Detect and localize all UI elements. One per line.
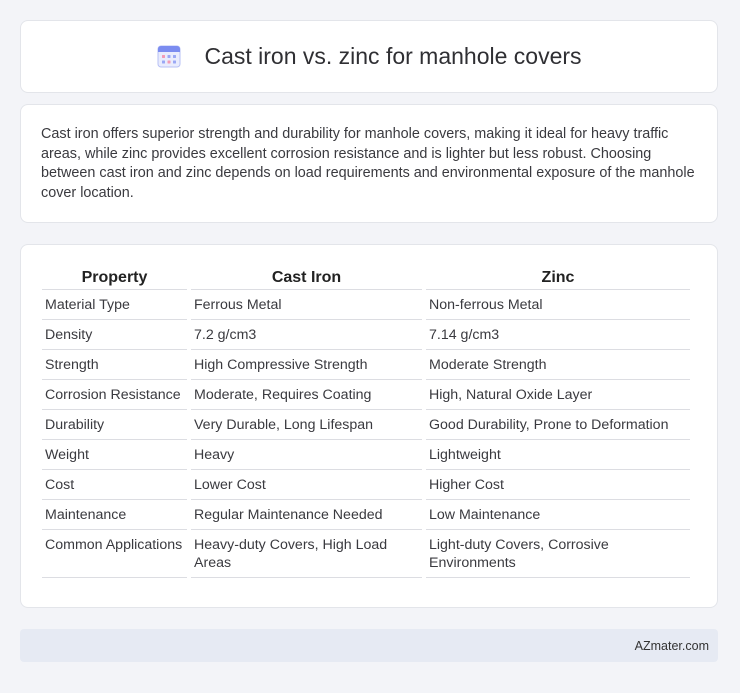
- footer-brand: AZmater.com: [634, 638, 709, 653]
- title-card: Cast iron vs. zinc for manhole covers: [20, 20, 718, 93]
- column-header: Cast Iron: [191, 261, 422, 290]
- table-cell: Weight: [42, 440, 187, 470]
- table-cell: Durability: [42, 410, 187, 440]
- intro-text: Cast iron offers superior strength and d…: [41, 126, 695, 201]
- page-title: Cast iron vs. zinc for manhole covers: [204, 43, 582, 69]
- table-cell: Common Applications: [42, 530, 187, 578]
- table-cell: High, Natural Oxide Layer: [426, 380, 690, 410]
- table-row: Maintenance Regular Maintenance Needed L…: [42, 500, 690, 530]
- table-cell: Cost: [42, 470, 187, 500]
- table-cell: Corrosion Resistance: [42, 380, 187, 410]
- table-cell: Regular Maintenance Needed: [191, 500, 422, 530]
- table-row: Durability Very Durable, Long Lifespan G…: [42, 410, 690, 440]
- table-cell: Density: [42, 320, 187, 350]
- table-cell: Lower Cost: [191, 470, 422, 500]
- table-row: Common Applications Heavy-duty Covers, H…: [42, 530, 690, 578]
- calendar-icon: [157, 45, 181, 67]
- table-cell: Material Type: [42, 290, 187, 320]
- table-cell: 7.2 g/cm3: [191, 320, 422, 350]
- table-row: Density 7.2 g/cm3 7.14 g/cm3: [42, 320, 690, 350]
- comparison-table: Property Cast Iron Zinc Material Type Fe…: [38, 261, 694, 578]
- table-cell: High Compressive Strength: [191, 350, 422, 380]
- table-cell: Moderate Strength: [426, 350, 690, 380]
- table-row: Strength High Compressive Strength Moder…: [42, 350, 690, 380]
- table-cell: Non-ferrous Metal: [426, 290, 690, 320]
- intro-card: Cast iron offers superior strength and d…: [20, 104, 718, 223]
- table-cell: Maintenance: [42, 500, 187, 530]
- table-cell: Higher Cost: [426, 470, 690, 500]
- table-row: Weight Heavy Lightweight: [42, 440, 690, 470]
- table-cell: 7.14 g/cm3: [426, 320, 690, 350]
- table-cell: Strength: [42, 350, 187, 380]
- table-cell: Heavy-duty Covers, High Load Areas: [191, 530, 422, 578]
- table-cell: Low Maintenance: [426, 500, 690, 530]
- table-cell: Good Durability, Prone to Deformation: [426, 410, 690, 440]
- table-row: Corrosion Resistance Moderate, Requires …: [42, 380, 690, 410]
- comparison-card: Property Cast Iron Zinc Material Type Fe…: [20, 244, 718, 608]
- table-cell: Lightweight: [426, 440, 690, 470]
- table-cell: Very Durable, Long Lifespan: [191, 410, 422, 440]
- table-header-row: Property Cast Iron Zinc: [42, 261, 690, 290]
- table-cell: Heavy: [191, 440, 422, 470]
- footer-bar: AZmater.com: [20, 629, 718, 662]
- column-header: Zinc: [426, 261, 690, 290]
- table-row: Material Type Ferrous Metal Non-ferrous …: [42, 290, 690, 320]
- table-cell: Ferrous Metal: [191, 290, 422, 320]
- column-header: Property: [42, 261, 187, 290]
- table-cell: Moderate, Requires Coating: [191, 380, 422, 410]
- table-cell: Light-duty Covers, Corrosive Environment…: [426, 530, 690, 578]
- table-row: Cost Lower Cost Higher Cost: [42, 470, 690, 500]
